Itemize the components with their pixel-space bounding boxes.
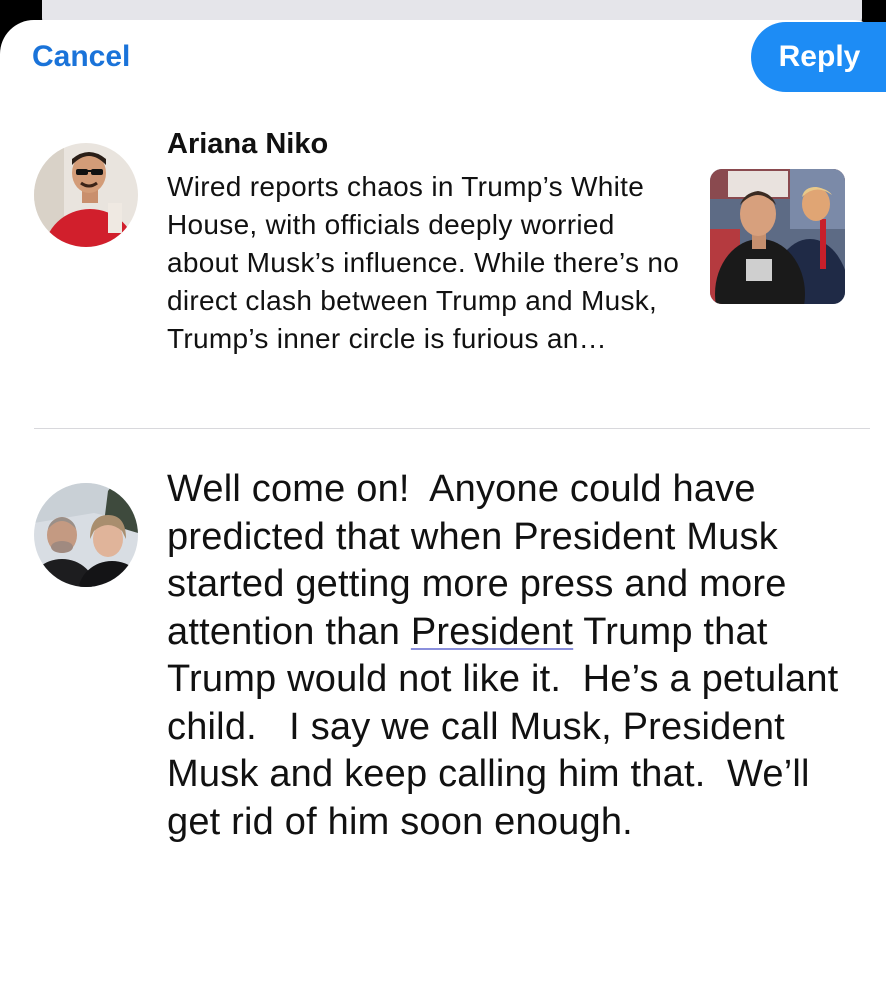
news-photo-thumbnail-icon (710, 169, 845, 304)
divider (34, 428, 870, 429)
original-post-author: Ariana Niko (167, 128, 329, 160)
reply-input[interactable]: Well come on! Anyone could have predicte… (167, 466, 867, 846)
reply-button[interactable]: Reply (751, 22, 886, 92)
couple-photo-avatar-icon (34, 483, 138, 587)
cancel-button[interactable]: Cancel (32, 40, 130, 74)
author-avatar[interactable] (34, 143, 138, 247)
reply-author-avatar[interactable] (34, 483, 138, 587)
original-post-thumbnail[interactable] (710, 169, 845, 304)
person-photo-avatar-icon (34, 143, 138, 247)
spellcheck-word[interactable]: President (411, 611, 573, 653)
original-post-text: Wired reports chaos in Trump’s White Hou… (167, 171, 680, 354)
